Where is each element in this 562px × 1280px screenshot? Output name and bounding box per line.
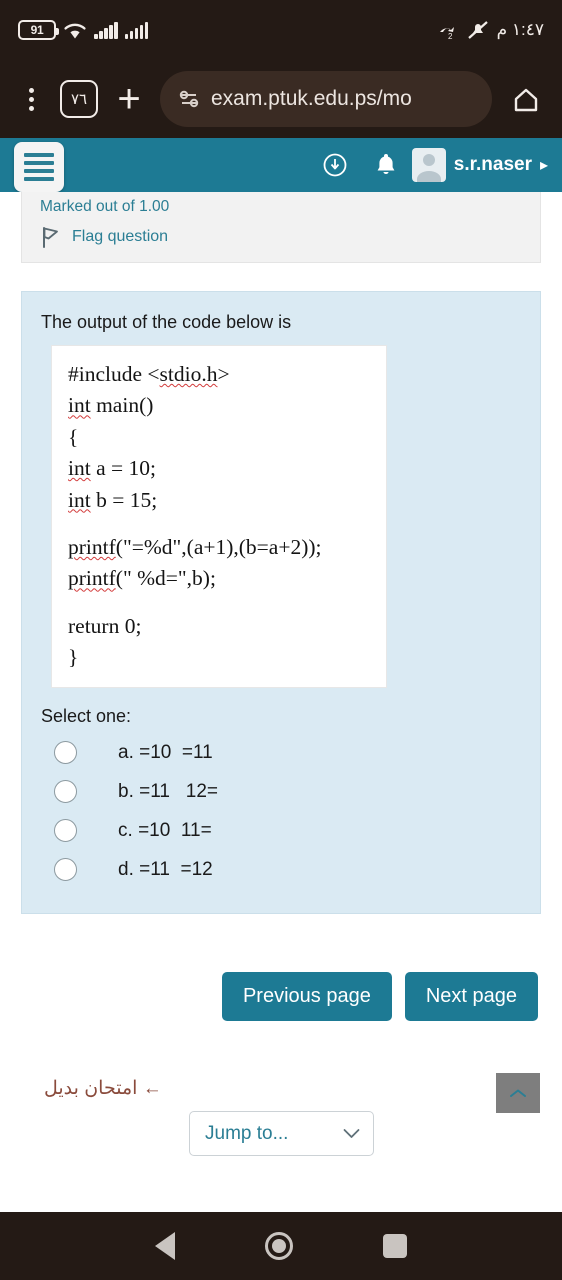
missed-call-icon: 2 bbox=[439, 27, 454, 40]
code-line: int a = 10; bbox=[68, 456, 156, 481]
battery-percent: 91 bbox=[30, 23, 44, 37]
home-icon[interactable] bbox=[506, 85, 546, 113]
tune-icon bbox=[179, 90, 199, 108]
flag-question-label: Flag question bbox=[72, 228, 169, 245]
question-prompt: The output of the code below is bbox=[41, 312, 292, 332]
option-label: d. =11 =12 bbox=[118, 858, 213, 880]
option-c[interactable]: c. =10 11= bbox=[41, 811, 521, 850]
page-content: Marked out of 1.00 Flag question The out… bbox=[0, 192, 562, 1218]
tab-counter-button[interactable]: ٧٦ bbox=[60, 80, 98, 118]
question-panel: The output of the code below is #include… bbox=[21, 291, 541, 915]
android-status-bar: 91 2 ١:٤٧ م bbox=[0, 0, 562, 60]
option-label: c. =10 11= bbox=[118, 819, 212, 841]
user-menu[interactable]: s.r.naser ▸ bbox=[411, 148, 548, 182]
page-navigation-buttons: Previous page Next page bbox=[0, 914, 562, 1022]
plus-icon[interactable]: + bbox=[112, 79, 146, 119]
home-circle-icon[interactable] bbox=[265, 1232, 293, 1260]
username-label: s.r.naser bbox=[453, 154, 532, 175]
bell-icon[interactable] bbox=[374, 152, 398, 179]
signal-sim2-icon bbox=[124, 21, 148, 39]
jump-to-label: Jump to... bbox=[205, 1122, 289, 1144]
wifi-icon bbox=[64, 23, 86, 38]
vibrate-mute-icon bbox=[467, 21, 488, 39]
radio-button[interactable] bbox=[54, 741, 77, 765]
radio-button[interactable] bbox=[54, 858, 77, 882]
battery-icon: 91 bbox=[18, 20, 59, 40]
select-one-label: Select one: bbox=[41, 706, 132, 727]
chevron-down-icon bbox=[343, 1129, 360, 1139]
status-time: ١:٤٧ م bbox=[496, 20, 544, 39]
android-nav-bar bbox=[0, 1212, 562, 1280]
previous-page-button[interactable]: Previous page bbox=[221, 972, 392, 1022]
overflow-menu-icon[interactable] bbox=[16, 87, 46, 111]
scroll-to-top-button[interactable] bbox=[496, 1073, 540, 1114]
svg-text:2: 2 bbox=[448, 32, 453, 40]
jump-to-select[interactable]: Jump to... bbox=[189, 1111, 374, 1157]
recents-square-icon[interactable] bbox=[383, 1234, 407, 1258]
url-text: exam.ptuk.edu.ps/mo bbox=[211, 87, 412, 110]
option-a[interactable]: a. =10 =11 bbox=[41, 733, 521, 772]
phone-screen: 91 2 ١:٤٧ م ٧٦ + exam.ptuk.edu.ps/mo s.r… bbox=[0, 0, 562, 1280]
status-right-icons: 2 ١:٤٧ م bbox=[437, 19, 544, 41]
jump-to-wrapper: Jump to... bbox=[189, 1111, 374, 1157]
code-block: #include <stdio.h> int main() { int a = … bbox=[51, 345, 387, 689]
status-left-icons: 91 bbox=[18, 20, 148, 40]
chevron-up-icon bbox=[510, 1089, 526, 1097]
code-line: printf("=%d",(a+1),(b=a+2)); bbox=[68, 534, 322, 559]
next-page-button[interactable]: Next page bbox=[404, 972, 538, 1022]
marked-out-of: Marked out of 1.00 bbox=[40, 198, 170, 215]
code-line: int main() bbox=[68, 393, 154, 418]
footer-navigation: ← امتحان بديل Jump to... bbox=[0, 1021, 562, 1157]
code-line: { bbox=[68, 424, 79, 449]
code-line: printf(" %d=",b); bbox=[68, 566, 216, 591]
code-line: return 0; bbox=[68, 613, 142, 638]
chevron-right-icon: ▸ bbox=[539, 157, 548, 174]
browser-toolbar: ٧٦ + exam.ptuk.edu.ps/mo bbox=[0, 60, 562, 138]
alternative-exam-link[interactable]: ← امتحان بديل bbox=[44, 1077, 162, 1100]
code-line: } bbox=[68, 645, 79, 669]
avatar bbox=[411, 148, 446, 182]
navbar-icon-group bbox=[322, 152, 398, 179]
download-circle-icon[interactable] bbox=[322, 152, 348, 178]
flag-question-row[interactable]: Flag question bbox=[40, 226, 522, 248]
hamburger-menu-icon[interactable] bbox=[14, 142, 64, 192]
option-b[interactable]: b. =11 12= bbox=[41, 772, 521, 811]
code-line: int b = 15; bbox=[68, 487, 158, 512]
moodle-navbar: s.r.naser ▸ bbox=[0, 138, 562, 192]
option-label: a. =10 =11 bbox=[118, 741, 213, 763]
code-line: #include <stdio.h> bbox=[68, 362, 230, 386]
flag-icon bbox=[43, 227, 58, 248]
radio-button[interactable] bbox=[54, 780, 77, 804]
option-label: b. =11 12= bbox=[118, 780, 219, 802]
radio-button[interactable] bbox=[54, 819, 77, 843]
url-bar[interactable]: exam.ptuk.edu.ps/mo bbox=[160, 71, 492, 127]
option-d[interactable]: d. =11 =12 bbox=[41, 850, 521, 889]
question-info-panel: Marked out of 1.00 Flag question bbox=[21, 192, 541, 263]
back-triangle-icon[interactable] bbox=[155, 1232, 175, 1260]
signal-sim1-icon bbox=[94, 21, 118, 39]
